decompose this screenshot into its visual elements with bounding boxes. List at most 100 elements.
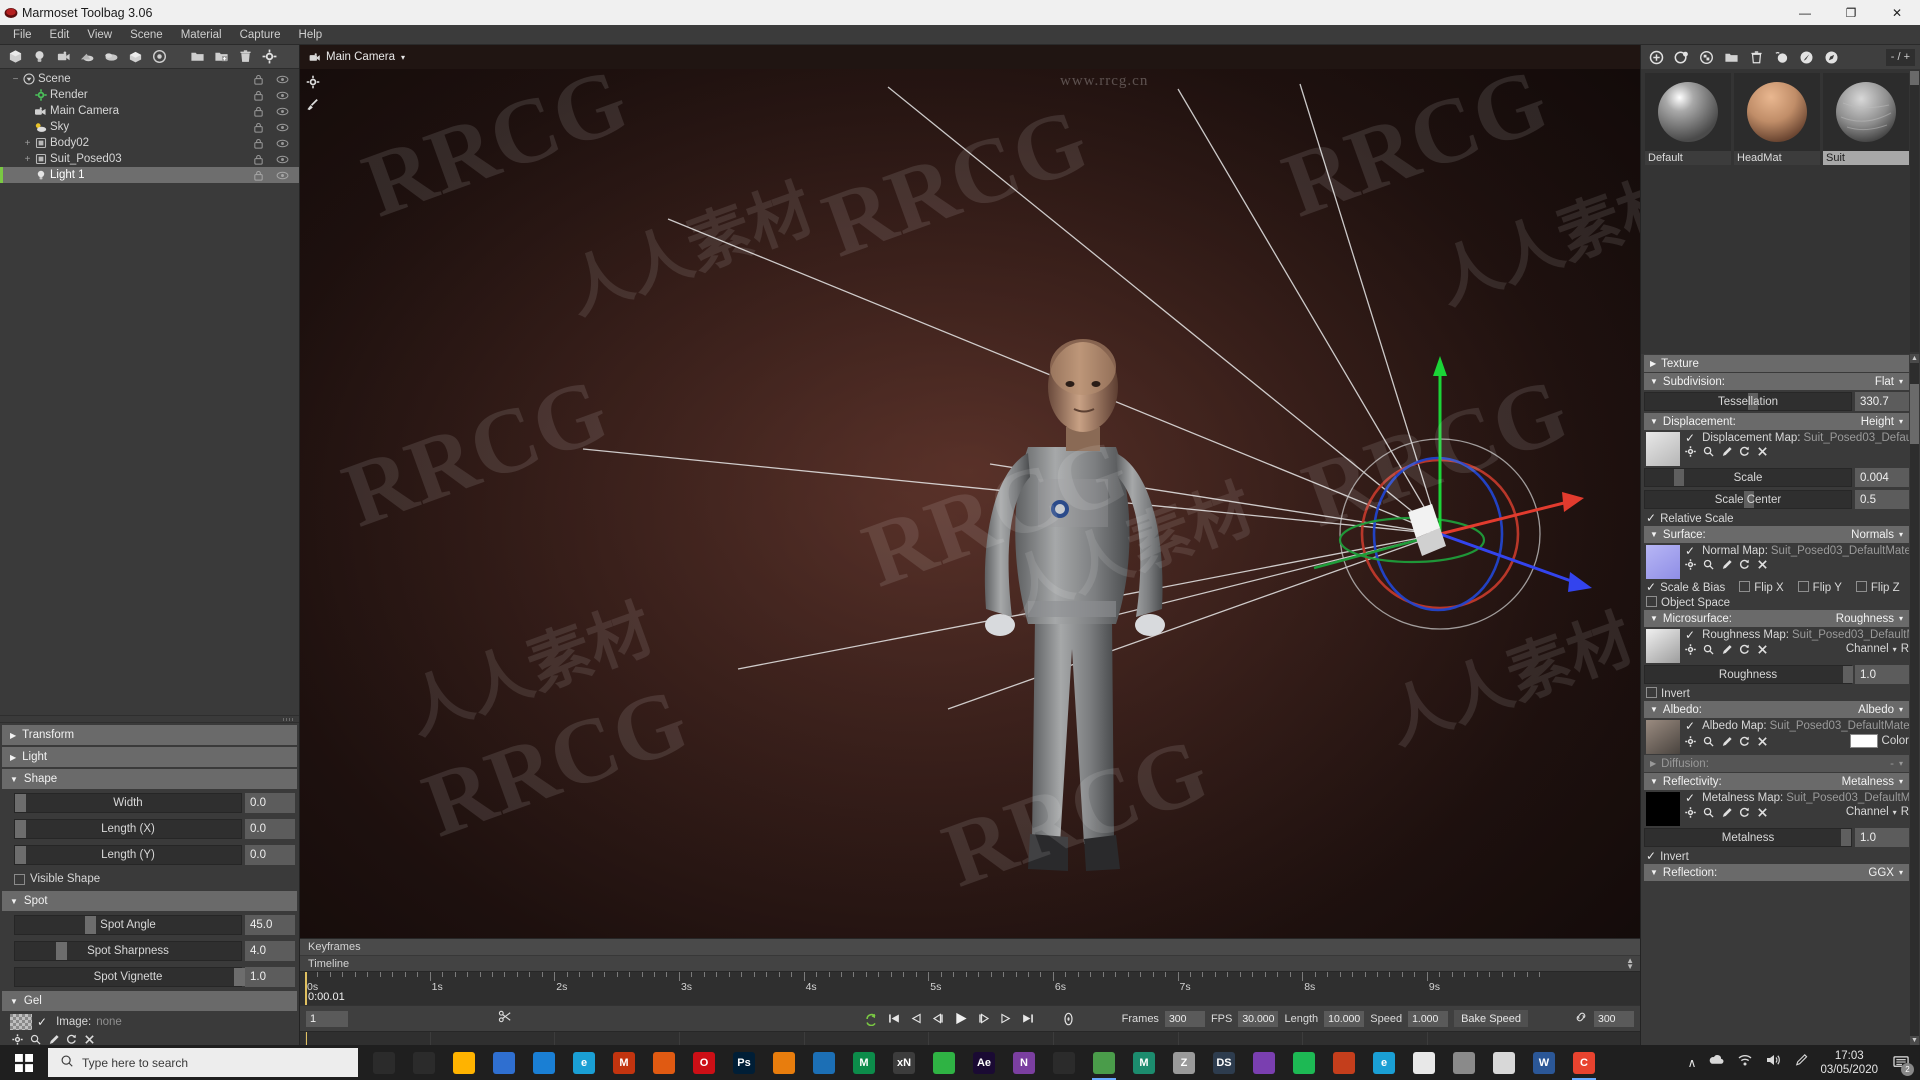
edit-icon[interactable]	[1721, 446, 1732, 457]
check-icon[interactable]: ✓	[37, 1016, 47, 1028]
scroll-down-arrow[interactable]: ▼	[1910, 1036, 1919, 1045]
viewport-camera-label[interactable]: Main Camera	[326, 51, 395, 63]
chevron-down-icon[interactable]: ▾	[1899, 377, 1903, 386]
chevron-down-icon[interactable]: ▾	[1899, 530, 1903, 539]
material-section-displacement[interactable]: ▼ Displacement: Height ▾	[1644, 413, 1909, 430]
settings-gear-icon[interactable]	[1685, 643, 1696, 655]
skip-start-icon[interactable]	[888, 1012, 901, 1025]
keyframes-header[interactable]: Keyframes	[300, 939, 1640, 955]
slider-knob[interactable]	[55, 942, 67, 960]
property-row-scale-center[interactable]: Scale Center 0.5	[1644, 489, 1909, 510]
assign-material-icon[interactable]	[1794, 46, 1818, 68]
chevron-down-icon[interactable]: ▾	[1899, 777, 1903, 786]
channel-selector[interactable]: Channel ▾ R	[1846, 643, 1909, 655]
start-button-icon[interactable]	[0, 1045, 48, 1080]
chevron-down-icon[interactable]: ▾	[1899, 705, 1903, 714]
settings-gear-icon[interactable]	[1685, 446, 1696, 457]
metalness-invert-checkbox[interactable]: ✓ Invert	[1646, 850, 1689, 863]
material-section-diffusion[interactable]: ▶ Diffusion: - ▾	[1644, 755, 1909, 772]
checkbox-box[interactable]	[1855, 581, 1867, 592]
edit-icon[interactable]	[1721, 736, 1732, 747]
length-y--slider[interactable]: Length (Y)	[14, 845, 242, 865]
material-item-suit[interactable]: Suit	[1823, 73, 1909, 165]
designer-icon[interactable]: DS	[1204, 1045, 1244, 1080]
slider-knob[interactable]	[15, 846, 26, 864]
roughness-invert-row[interactable]: Invert	[1646, 687, 1909, 700]
scene-tree-item-suit-posed03[interactable]: + Suit_Posed03	[0, 151, 299, 167]
roughness-slider[interactable]: Roughness	[1644, 665, 1853, 684]
checkbox-box[interactable]	[1646, 687, 1657, 698]
metalness-map-thumbnail[interactable]	[1646, 792, 1680, 826]
search-icon[interactable]	[1703, 644, 1714, 655]
flip-x-checkbox[interactable]: Flip X	[1739, 581, 1784, 594]
check-icon[interactable]: ✓	[1685, 432, 1695, 444]
tree-expander-icon[interactable]: −	[10, 74, 21, 85]
property-row-spot-angle[interactable]: Spot Angle 45.0	[14, 913, 295, 937]
paint-brush-icon[interactable]	[306, 98, 320, 112]
edit-icon[interactable]	[1721, 644, 1732, 655]
search-icon[interactable]	[1703, 807, 1714, 818]
lock-icon[interactable]	[253, 122, 264, 133]
skip-end-icon[interactable]	[1022, 1012, 1035, 1025]
scene-tree-item-light-1[interactable]: Light 1	[0, 167, 299, 183]
photo-icon[interactable]	[1244, 1045, 1284, 1080]
pen-icon[interactable]	[1793, 1053, 1808, 1072]
length-input[interactable]: 10.000	[1324, 1010, 1365, 1027]
property-row-spot-vignette[interactable]: Spot Vignette 1.0	[14, 965, 295, 989]
edit-icon[interactable]	[48, 1034, 59, 1045]
step-back-icon[interactable]	[932, 1012, 945, 1025]
eye-icon[interactable]	[276, 139, 289, 148]
next-keyframe-icon[interactable]	[1000, 1012, 1013, 1025]
albedo-color[interactable]: Color	[1849, 734, 1909, 748]
clock-icon[interactable]	[1484, 1045, 1524, 1080]
gel-image-row[interactable]: ✓ Image: none	[10, 1014, 295, 1030]
eye-icon[interactable]	[276, 123, 289, 132]
scale-bias-checkbox[interactable]: ✓ Scale & Bias	[1646, 581, 1725, 594]
checkbox-box[interactable]	[1739, 581, 1751, 592]
tessellation-slider[interactable]: Tessellation	[1644, 392, 1852, 411]
width-slider[interactable]: Width	[14, 793, 242, 813]
spot-angle-slider[interactable]: Spot Angle	[14, 915, 242, 935]
refresh-icon[interactable]	[66, 1034, 77, 1045]
app-m-icon[interactable]: M	[604, 1045, 644, 1080]
sky-icon[interactable]	[75, 46, 99, 68]
slider-knob[interactable]	[1840, 829, 1851, 846]
chevron-down-icon[interactable]: ▾	[1899, 417, 1903, 426]
link-value[interactable]: 300	[1594, 1010, 1634, 1027]
notifications-icon[interactable]: 2	[1890, 1052, 1914, 1076]
slider-knob[interactable]	[1673, 469, 1684, 486]
eye-icon[interactable]	[276, 75, 289, 84]
light-icon[interactable]	[27, 46, 51, 68]
substance-icon[interactable]	[1044, 1045, 1084, 1080]
object-space-row[interactable]: Object Space	[1646, 596, 1909, 609]
firefox-icon[interactable]	[644, 1045, 684, 1080]
length-x--slider[interactable]: Length (X)	[14, 819, 242, 839]
scale-center-value[interactable]: 0.5	[1855, 490, 1909, 509]
panel-splitter[interactable]	[0, 715, 299, 723]
checkbox-box[interactable]	[1646, 596, 1657, 607]
timeline-ruler[interactable]: 0s 1s 2s 3s 4s 5s 6s 7s 8s 9s 0:00.01	[300, 971, 1640, 1005]
search-box[interactable]: Type here to search	[48, 1048, 358, 1077]
viewport-3d[interactable]: www.rrcg.cn RRCG RRCG RRCG RRCG RRCG RRC…	[300, 69, 1640, 938]
lock-icon[interactable]	[253, 74, 264, 85]
material-section-surface[interactable]: ▼ Surface: Normals ▾	[1644, 526, 1909, 543]
lock-icon[interactable]	[253, 138, 264, 149]
section-value[interactable]: -	[1890, 758, 1894, 770]
displacement-map-thumbnail[interactable]	[1646, 432, 1680, 466]
settings-gear-icon[interactable]	[306, 75, 320, 89]
menu-edit[interactable]: Edit	[41, 25, 79, 45]
trash-icon[interactable]	[233, 46, 257, 68]
bake-speed-button[interactable]: Bake Speed	[1454, 1010, 1528, 1027]
settings-gear-icon[interactable]	[257, 46, 281, 68]
color-swatch[interactable]	[1849, 734, 1878, 748]
slider-knob[interactable]	[15, 820, 26, 838]
slider-knob[interactable]	[15, 794, 26, 812]
marmoset2-icon[interactable]	[1084, 1045, 1124, 1080]
property-row-width[interactable]: Width 0.0	[14, 791, 295, 815]
pick-material-icon[interactable]	[1769, 46, 1793, 68]
zbrush-icon[interactable]: Z	[1164, 1045, 1204, 1080]
chevron-down-icon[interactable]: ▾	[1899, 868, 1903, 877]
material-scrollbar[interactable]	[1910, 71, 1919, 352]
material-section-microsurface[interactable]: ▼ Microsurface: Roughness ▾	[1644, 610, 1909, 627]
folder-icon[interactable]	[185, 46, 209, 68]
